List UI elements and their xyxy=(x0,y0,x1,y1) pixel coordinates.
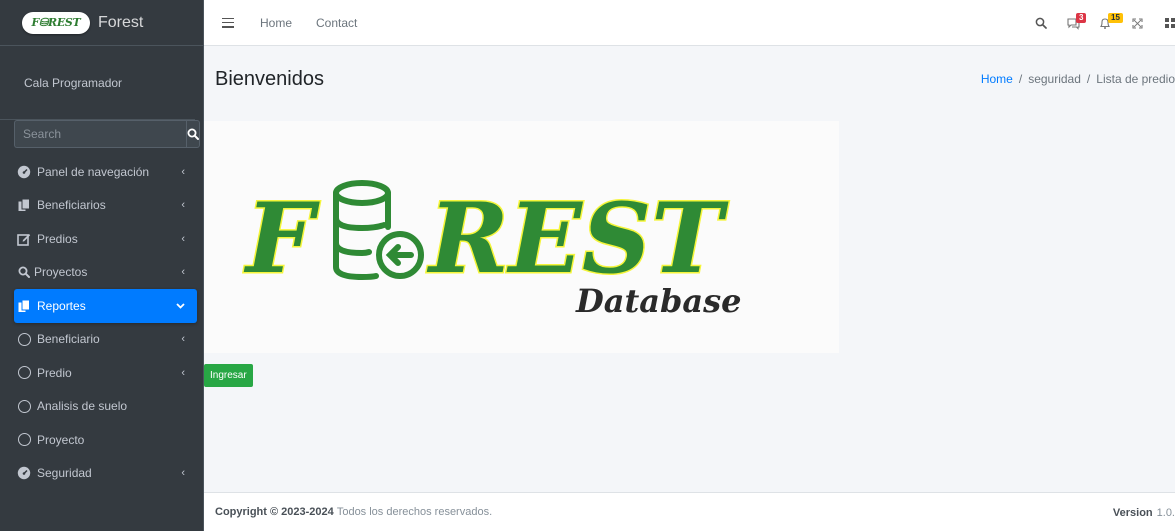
circle-icon xyxy=(17,399,31,413)
version-label: Version xyxy=(1112,506,1153,519)
sidebar-item-label: Analisis de suelo xyxy=(37,399,128,414)
forest-database-logo: F REST Database xyxy=(204,121,839,353)
fullscreen-button[interactable] xyxy=(1121,0,1153,46)
breadcrumb: Home / seguridad / Lista de predio xyxy=(981,72,1175,86)
notifications-dropdown[interactable]: 15 xyxy=(1089,0,1123,46)
brand-link[interactable]: F⛁REST Forest xyxy=(0,0,203,46)
expand-arrows-icon xyxy=(1131,17,1143,29)
messages-dropdown[interactable]: 3 xyxy=(1057,0,1089,46)
sidebar-item-label: Predio xyxy=(37,365,72,380)
breadcrumb-current: Lista de predio xyxy=(1096,72,1175,86)
logo-letter-f: F xyxy=(243,182,320,295)
nav-link-contact[interactable]: Contact xyxy=(316,16,357,30)
chevron-left-icon: ‹ xyxy=(181,266,185,279)
top-navbar: Home Contact 3 15 xyxy=(204,0,1175,46)
sidebar-item-analisis-de-suelo[interactable]: Analisis de suelo xyxy=(14,390,197,424)
sidebar-item-predios[interactable]: Predios ‹ xyxy=(14,222,197,256)
chevron-left-icon: ‹ xyxy=(181,199,185,212)
navbar-right: 3 15 xyxy=(1025,0,1175,46)
sidebar-item-seguridad[interactable]: Seguridad ‹ xyxy=(14,457,197,491)
sidebar-item-label: Beneficiarios xyxy=(37,198,106,213)
breadcrumb-separator: / xyxy=(1086,72,1091,86)
sidebar-nav: Panel de navegación ‹ Beneficiarios ‹ Pr… xyxy=(14,155,197,490)
ingresar-button[interactable]: Ingresar xyxy=(204,364,253,387)
navbar-search-button[interactable] xyxy=(1025,0,1057,46)
sidebar-item-label: Reportes xyxy=(37,298,86,313)
page-title: Bienvenidos xyxy=(215,68,324,90)
main-sidebar: F⛁REST Forest Cala Programador Panel de … xyxy=(0,0,204,531)
sidebar-item-label: Predios xyxy=(37,231,78,246)
sidebar-item-label: Proyecto xyxy=(37,432,85,447)
edit-icon xyxy=(17,232,31,246)
copyright-text: Todos los derechos reservados. xyxy=(336,506,493,518)
user-name[interactable]: Cala Programador xyxy=(8,76,122,90)
main-footer: Copyright © 2023-2024 Todos los derechos… xyxy=(204,492,1175,531)
search-icon xyxy=(17,265,31,279)
logo-subtitle: Database xyxy=(575,282,741,320)
chevron-down-icon xyxy=(176,300,185,312)
tachometer-icon xyxy=(17,466,31,480)
nav-link-home[interactable]: Home xyxy=(260,16,292,30)
chevron-left-icon: ‹ xyxy=(181,366,185,379)
circle-icon xyxy=(17,433,31,447)
sidebar-item-predio[interactable]: Predio ‹ xyxy=(14,356,197,390)
copy-icon xyxy=(17,299,31,313)
copyright-label: Copyright © 2023-2024 xyxy=(215,506,334,518)
sidebar-item-label: Beneficiario xyxy=(37,332,100,347)
chevron-left-icon: ‹ xyxy=(181,467,185,480)
menu-toggle-icon[interactable] xyxy=(222,17,234,28)
sidebar-item-label: Seguridad xyxy=(37,466,92,481)
sidebar-item-reportes[interactable]: Reportes xyxy=(14,289,197,323)
search-input[interactable] xyxy=(14,120,186,148)
database-arrow-icon xyxy=(333,180,424,281)
sidebar-item-proyectos[interactable]: Proyectos ‹ xyxy=(14,256,197,290)
chevron-left-icon: ‹ xyxy=(181,333,185,346)
control-sidebar-button[interactable] xyxy=(1153,0,1175,46)
breadcrumb-section: seguridad xyxy=(1028,72,1081,86)
sidebar-search xyxy=(14,120,200,148)
sidebar-item-label: Proyectos xyxy=(34,265,88,280)
tachometer-icon xyxy=(17,165,31,179)
search-icon xyxy=(187,128,199,140)
sidebar-item-label: Panel de navegación xyxy=(37,164,150,179)
brand-title: Forest xyxy=(98,13,144,31)
circle-icon xyxy=(17,332,31,346)
breadcrumb-home[interactable]: Home xyxy=(981,72,1013,86)
chevron-left-icon: ‹ xyxy=(181,165,185,178)
brand-logo: F⛁REST xyxy=(22,11,90,34)
sidebar-item-panel[interactable]: Panel de navegación ‹ xyxy=(14,155,197,189)
sidebar-item-proyecto[interactable]: Proyecto xyxy=(14,423,197,457)
copy-icon xyxy=(17,198,31,212)
logo-word-rest: REST xyxy=(426,182,729,295)
messages-badge: 3 xyxy=(1076,13,1087,23)
circle-icon xyxy=(17,366,31,380)
sidebar-item-beneficiarios[interactable]: Beneficiarios ‹ xyxy=(14,189,197,223)
version-info: Version 1.0. xyxy=(1113,493,1175,531)
user-panel[interactable]: Cala Programador xyxy=(0,46,195,120)
search-button[interactable] xyxy=(186,120,200,148)
grid-icon xyxy=(1165,18,1175,28)
version-value: 1.0. xyxy=(1156,506,1175,519)
breadcrumb-separator: / xyxy=(1018,72,1023,86)
sidebar-item-beneficiario[interactable]: Beneficiario ‹ xyxy=(14,323,197,357)
search-icon xyxy=(1035,17,1047,29)
chevron-left-icon: ‹ xyxy=(181,232,185,245)
